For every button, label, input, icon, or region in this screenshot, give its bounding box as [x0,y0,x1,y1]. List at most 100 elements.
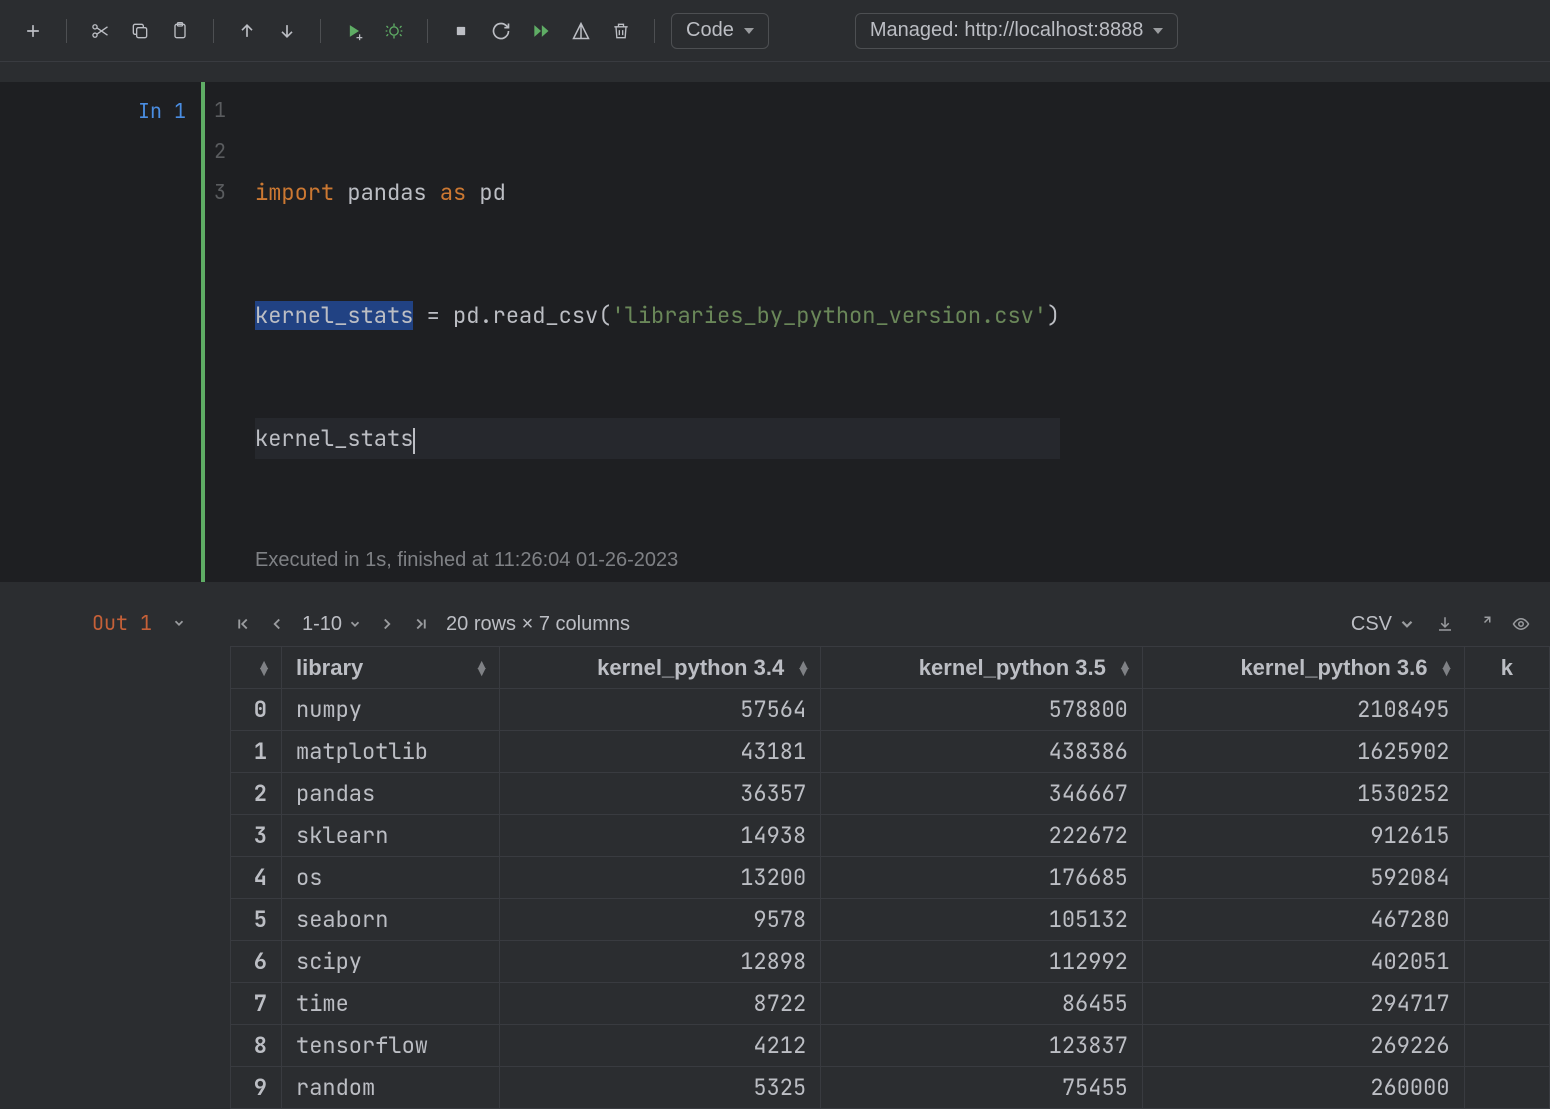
cut-button[interactable] [83,14,117,48]
input-prompt: In 1 [0,90,200,582]
cell-value: 438386 [821,731,1143,773]
notebook-body: In 1 1 2 3 import pandas as pd kernel_st… [0,62,1550,1109]
code-line[interactable]: kernel_stats [255,418,1060,459]
run-cell-button[interactable] [337,14,371,48]
stop-button[interactable] [444,14,478,48]
cell-value: 43181 [499,731,821,773]
table-row[interactable]: 3sklearn14938222672912615 [231,815,1550,857]
cell-value [1464,1067,1549,1109]
chevron-down-icon [744,28,754,34]
separator [213,19,214,43]
view-button[interactable] [1512,615,1530,633]
move-up-button[interactable] [230,14,264,48]
cell-library: numpy [282,689,500,731]
cell-value: 36357 [499,773,821,815]
move-down-button[interactable] [270,14,304,48]
table-row[interactable]: 0numpy575645788002108495 [231,689,1550,731]
table-row[interactable]: 5seaborn9578105132467280 [231,899,1550,941]
column-header[interactable]: kernel_python 3.4▲▼ [499,647,821,689]
output-prompt: Out 1 [0,602,200,1109]
copy-button[interactable] [123,14,157,48]
cell-type-label: Code [686,19,734,42]
cell-value: 1530252 [1142,773,1464,815]
index-header[interactable]: ▲▼ [231,647,282,689]
column-header[interactable]: kernel_python 3.5▲▼ [821,647,1143,689]
notebook-toolbar: Code Managed: http://localhost:8888 [0,0,1550,62]
last-page-button[interactable] [412,615,430,633]
paste-button[interactable] [163,14,197,48]
cell-value: 1625902 [1142,731,1464,773]
cell-value: 346667 [821,773,1143,815]
separator [320,19,321,43]
separator [427,19,428,43]
cell-value: 912615 [1142,815,1464,857]
cell-value [1464,899,1549,941]
output-cell: Out 1 1-10 [0,602,1550,1109]
row-index: 2 [231,773,282,815]
cell-type-selector[interactable]: Code [671,13,769,49]
table-row[interactable]: 1matplotlib431814383861625902 [231,731,1550,773]
column-header[interactable]: k [1464,647,1549,689]
clear-output-button[interactable] [564,14,598,48]
restart-button[interactable] [484,14,518,48]
cell-value: 467280 [1142,899,1464,941]
first-page-button[interactable] [234,615,252,633]
cell-value [1464,731,1549,773]
delete-cell-button[interactable] [604,14,638,48]
debug-cell-button[interactable] [377,14,411,48]
table-row[interactable]: 6scipy12898112992402051 [231,941,1550,983]
cell-value: 9578 [499,899,821,941]
column-header[interactable]: library▲▼ [282,647,500,689]
cell-value: 75455 [821,1067,1143,1109]
export-format-selector[interactable]: CSV [1351,613,1416,636]
dataframe-toolbar: 1-10 20 rows × 7 columns CSV [230,602,1550,646]
chevron-down-icon[interactable] [172,610,186,636]
next-page-button[interactable] [378,615,396,633]
separator [654,19,655,43]
sort-icon: ▲▼ [475,661,489,675]
cell-value: 2108495 [1142,689,1464,731]
cell-value: 12898 [499,941,821,983]
cell-value: 4212 [499,1025,821,1067]
row-index: 9 [231,1067,282,1109]
add-cell-button[interactable] [16,14,50,48]
cell-library: tensorflow [282,1025,500,1067]
row-index: 8 [231,1025,282,1067]
download-button[interactable] [1436,615,1454,633]
cell-value: 14938 [499,815,821,857]
cell-library: time [282,983,500,1025]
line-number: 2 [200,131,226,172]
cell-value [1464,773,1549,815]
code-line[interactable]: kernel_stats = pd.read_csv('libraries_by… [255,295,1060,336]
code-editor[interactable]: 1 2 3 import pandas as pd kernel_stats =… [200,90,1060,582]
cell-value: 123837 [821,1025,1143,1067]
cell-value: 260000 [1142,1067,1464,1109]
rows-summary: 20 rows × 7 columns [446,613,630,636]
page-range-label: 1-10 [302,613,342,636]
cell-value: 294717 [1142,983,1464,1025]
code-line[interactable]: import pandas as pd [255,172,1060,213]
column-header[interactable]: kernel_python 3.6▲▼ [1142,647,1464,689]
cell-value: 5325 [499,1067,821,1109]
line-number: 3 [200,172,226,213]
row-index: 6 [231,941,282,983]
cell-value: 86455 [821,983,1143,1025]
sort-icon: ▲▼ [257,661,271,675]
prev-page-button[interactable] [268,615,286,633]
expand-button[interactable] [1474,615,1492,633]
table-row[interactable]: 2pandas363573466671530252 [231,773,1550,815]
table-row[interactable]: 9random532575455260000 [231,1067,1550,1109]
table-row[interactable]: 8tensorflow4212123837269226 [231,1025,1550,1067]
text-cursor [413,428,415,454]
run-all-button[interactable] [524,14,558,48]
page-range-selector[interactable]: 1-10 [302,613,362,636]
cell-library: pandas [282,773,500,815]
server-selector[interactable]: Managed: http://localhost:8888 [855,13,1179,49]
chevron-down-icon [1153,28,1163,34]
line-gutter: 1 2 3 [200,90,240,582]
cell-value [1464,689,1549,731]
cell-value: 8722 [499,983,821,1025]
code-cell[interactable]: In 1 1 2 3 import pandas as pd kernel_st… [0,82,1550,582]
table-row[interactable]: 7time872286455294717 [231,983,1550,1025]
cell-value [1464,815,1549,857]
